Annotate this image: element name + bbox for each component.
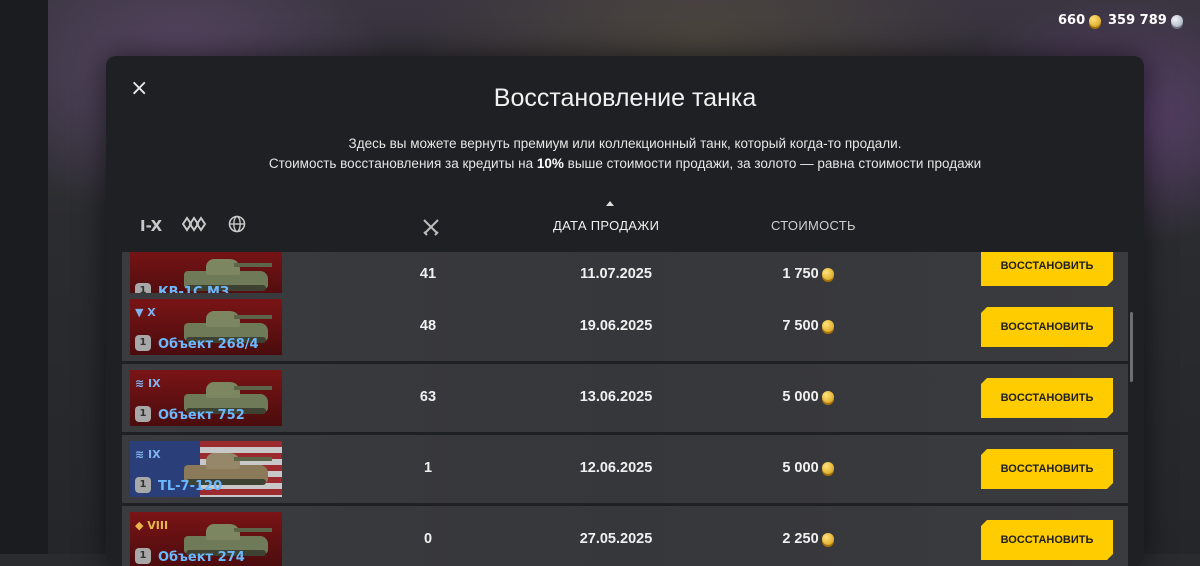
desc-text: Стоимость восстановления за кредиты на <box>268 156 537 171</box>
sale-date: 13.06.2025 <box>579 389 653 405</box>
battles-count: 0 <box>423 531 433 547</box>
gold-coin-icon <box>821 533 834 545</box>
list-scrollbar[interactable] <box>1130 312 1133 382</box>
tank-tier: ≋ IX <box>135 448 161 461</box>
mastery-badge: 1 <box>135 477 151 493</box>
restore-button[interactable]: ВОССТАНОВИТЬ <box>981 378 1113 418</box>
sort-ascending-icon <box>606 201 614 206</box>
tank-name: TL-7-120 <box>158 479 223 494</box>
gold-balance: 660 <box>1058 13 1102 28</box>
date-column-header[interactable]: ДАТА ПРОДАЖИ <box>553 218 659 233</box>
battles-count: 63 <box>419 389 437 405</box>
battles-count: 1 <box>423 460 433 476</box>
restore-price: 7 500 <box>768 318 848 334</box>
table-row: ▼ X 1 Объект 268/4 48 19.06.2025 7 500 В… <box>122 293 1128 364</box>
filter-bar: I-X <box>140 215 246 237</box>
restore-button[interactable]: ВОССТАНОВИТЬ <box>981 307 1113 347</box>
gold-coin-icon <box>821 320 834 332</box>
desc-text: выше стоимости продажи, за золото — равн… <box>563 156 982 171</box>
mastery-badge: 1 <box>135 548 151 564</box>
tank-thumbnail: ▼ X 1 Объект 268/4 <box>130 299 282 355</box>
description-line-1: Здесь вы можете вернуть премиум или колл… <box>348 136 902 151</box>
tank-type-icon[interactable] <box>181 216 208 236</box>
tank-thumbnail: ≋ IX 1 Объект 752 <box>130 370 282 426</box>
battles-count: 41 <box>419 266 437 282</box>
restore-price: 2 250 <box>768 531 848 547</box>
restore-tank-modal: × Восстановление танка Здесь вы можете в… <box>106 56 1144 566</box>
tank-tier: ▼ X <box>135 306 156 319</box>
mastery-badge: 1 <box>135 406 151 422</box>
tank-thumbnail: ≋ IX 1 TL-7-120 <box>130 441 282 497</box>
sold-tanks-list: 1 КВ-1С МЗ 41 11.07.2025 1 750 ВОССТАНОВ… <box>122 252 1128 566</box>
tank-tier: ≋ IX <box>135 377 161 390</box>
tank-name: Объект 268/4 <box>158 337 259 352</box>
tank-name: Объект 752 <box>158 408 245 423</box>
restore-price: 5 000 <box>768 460 848 476</box>
tank-thumbnail: ◆ VIII 1 Объект 274 <box>130 512 282 566</box>
tier-filter-button[interactable]: I-X <box>140 217 162 235</box>
price-value: 2 250 <box>782 531 819 547</box>
sale-date: 11.07.2025 <box>580 266 652 282</box>
gold-coin-icon <box>821 391 834 403</box>
sale-date: 19.06.2025 <box>579 318 653 334</box>
price-value: 7 500 <box>782 318 819 334</box>
silver-balance: 359 789 <box>1108 13 1183 28</box>
silver-coin-icon <box>1170 14 1183 27</box>
gold-coin-icon <box>1089 14 1102 27</box>
silver-amount: 359 789 <box>1108 13 1167 28</box>
battles-count: 48 <box>419 318 437 334</box>
restore-button[interactable]: ВОССТАНОВИТЬ <box>981 449 1113 489</box>
modal-title: Восстановление танка <box>493 84 757 112</box>
table-row: ≋ IX 1 Объект 752 63 13.06.2025 5 000 ВО… <box>122 364 1128 435</box>
price-column-header[interactable]: СТОИМОСТЬ <box>771 218 856 233</box>
table-row: ≋ IX 1 TL-7-120 1 12.06.2025 5 000 ВОССТ… <box>122 435 1128 506</box>
desc-percent: 10% <box>536 156 564 171</box>
restore-price: 1 750 <box>768 266 848 282</box>
restore-button[interactable]: ВОССТАНОВИТЬ <box>981 520 1113 560</box>
sale-date: 12.06.2025 <box>579 460 653 476</box>
battles-column-header[interactable] <box>422 218 440 239</box>
mastery-badge: 1 <box>135 335 151 351</box>
tank-name: Объект 274 <box>158 550 245 565</box>
crossed-swords-icon <box>423 219 439 236</box>
restore-price: 5 000 <box>768 389 848 405</box>
left-sidebar-edge <box>0 0 48 554</box>
table-row: ◆ VIII 1 Объект 274 0 27.05.2025 2 250 В… <box>122 506 1128 566</box>
price-value: 5 000 <box>782 460 819 476</box>
price-value: 5 000 <box>782 389 819 405</box>
gold-coin-icon <box>821 268 834 280</box>
globe-icon[interactable] <box>228 215 246 237</box>
sale-date: 27.05.2025 <box>579 531 653 547</box>
gold-amount: 660 <box>1058 13 1086 28</box>
description-line-2: Стоимость восстановления за кредиты на 1… <box>106 154 1144 174</box>
gold-coin-icon <box>821 462 834 474</box>
restore-button[interactable]: ВОССТАНОВИТЬ <box>981 252 1113 286</box>
modal-description: Здесь вы можете вернуть премиум или колл… <box>106 134 1144 174</box>
tank-tier: ◆ VIII <box>135 519 169 532</box>
price-value: 1 750 <box>782 266 819 282</box>
